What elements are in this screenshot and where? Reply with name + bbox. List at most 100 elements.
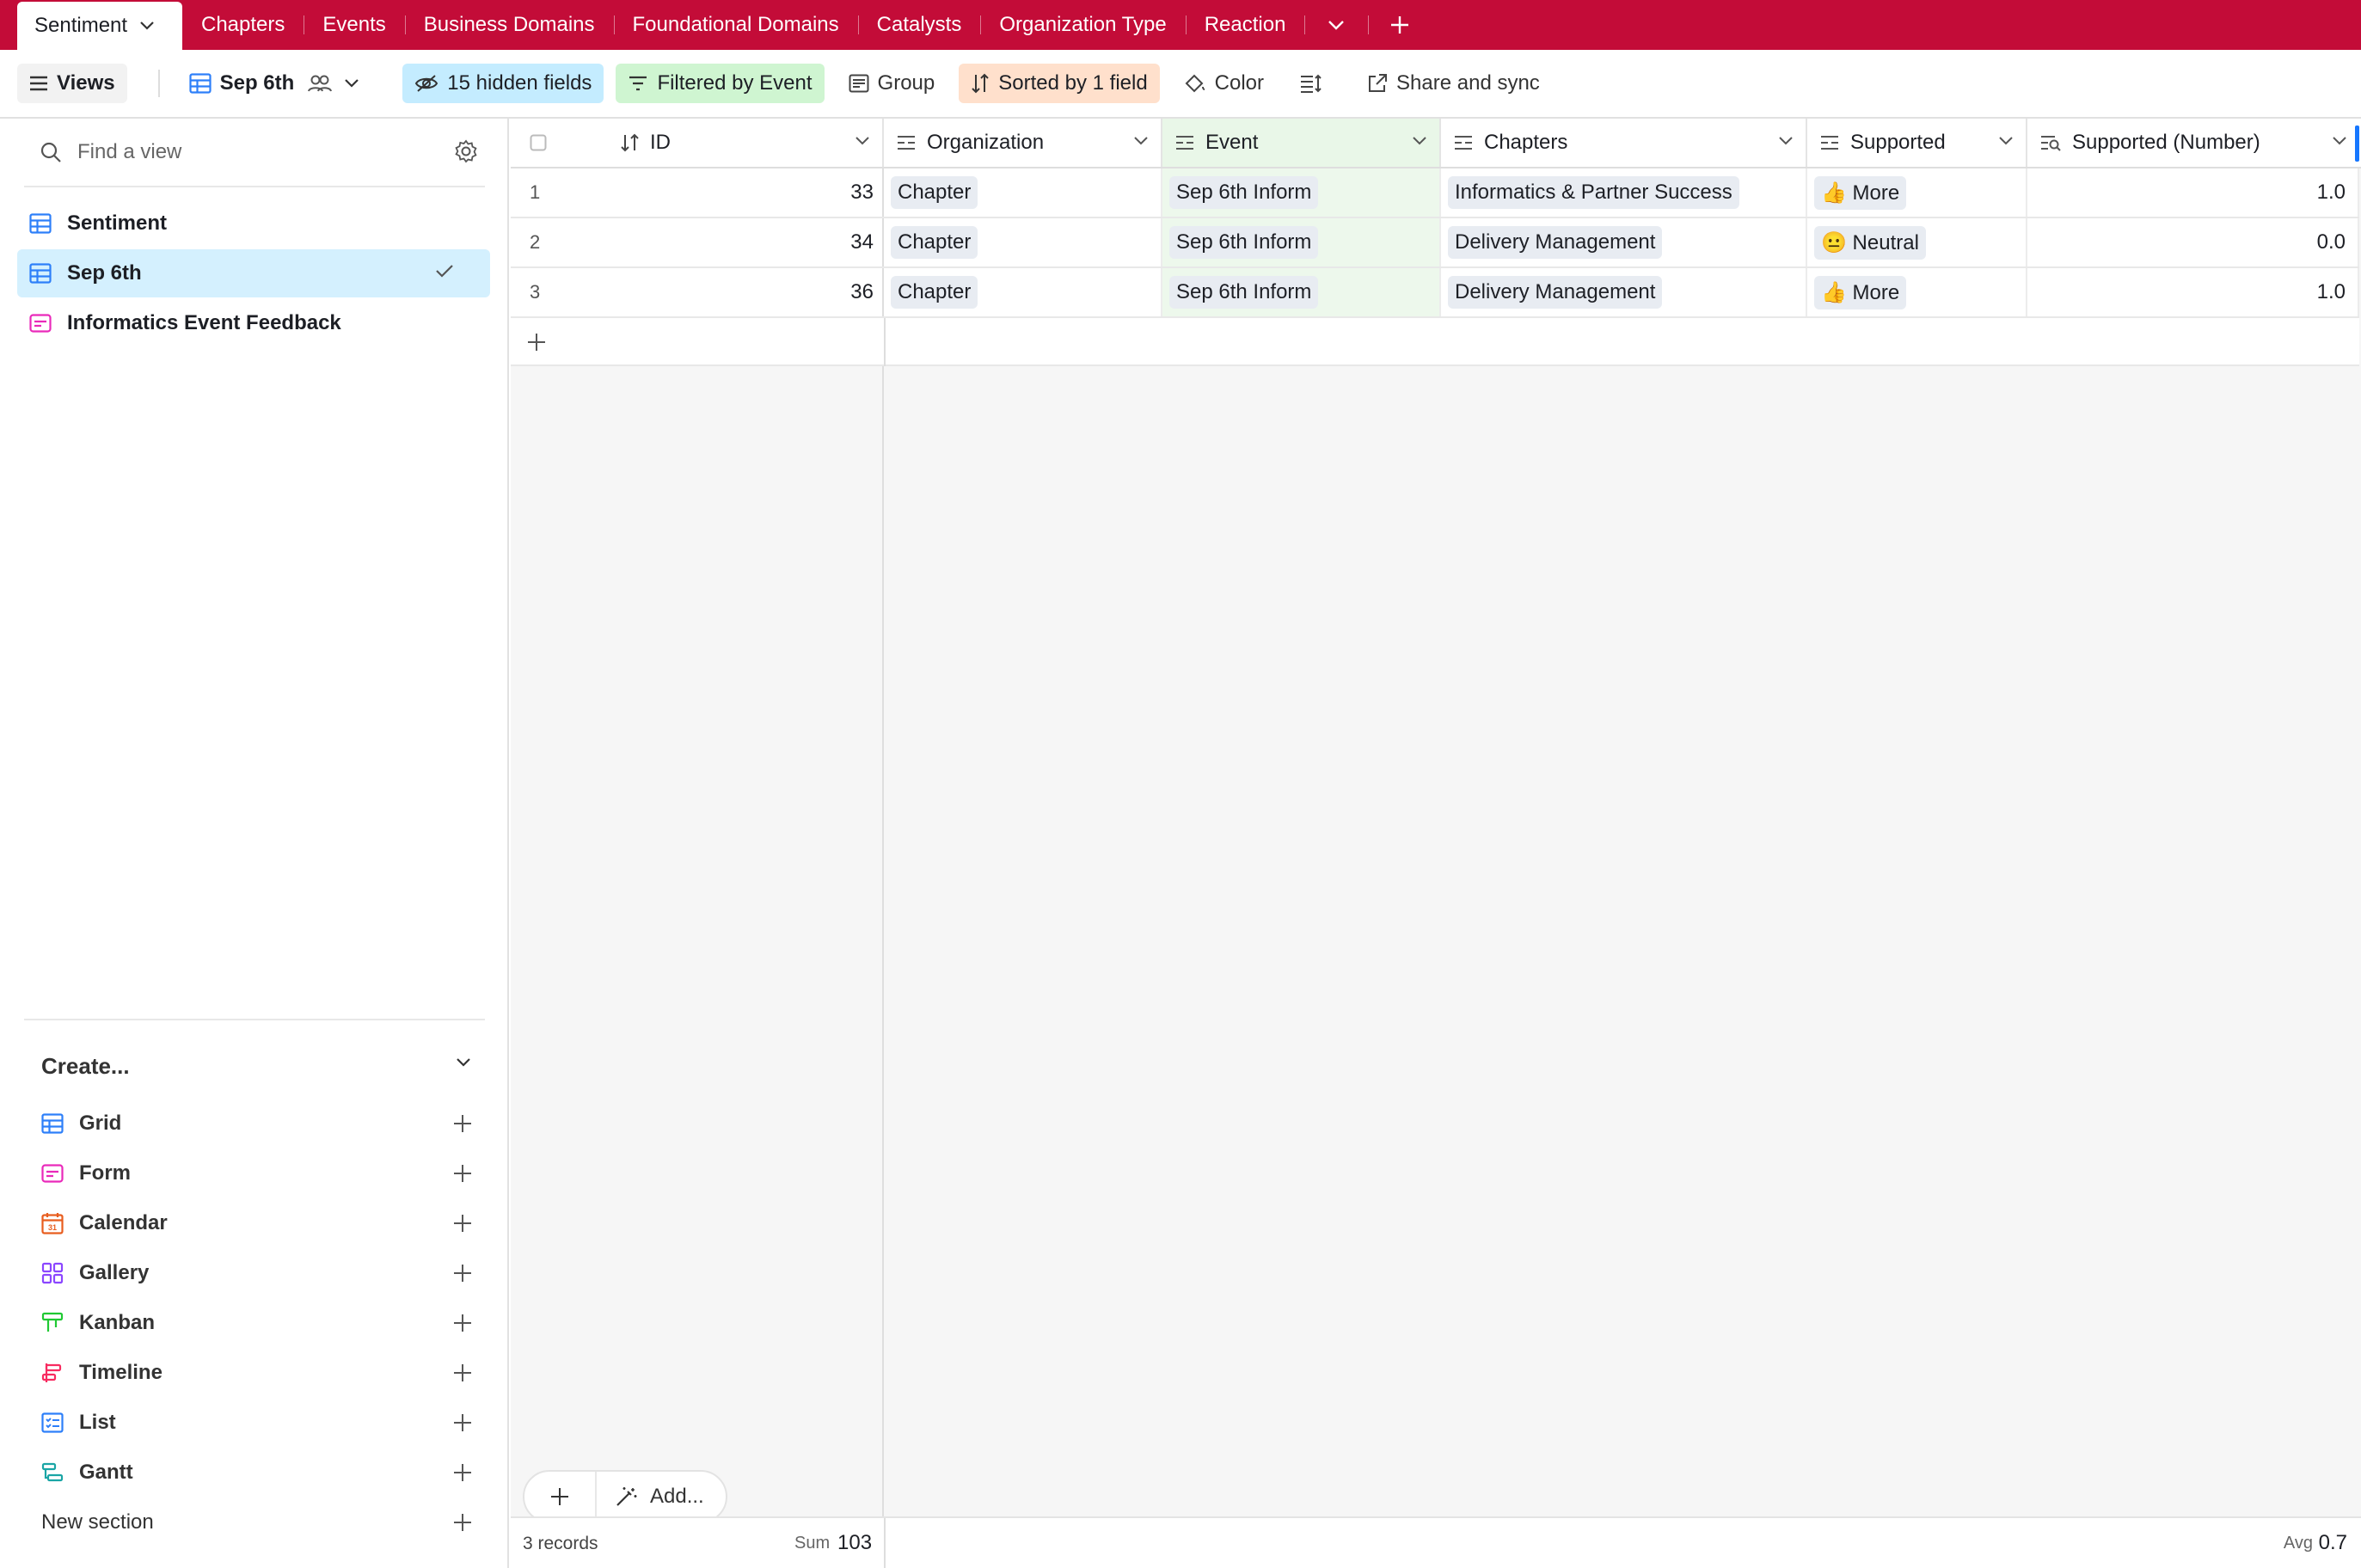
supported-cell[interactable]: 👍 More [1807, 168, 2027, 217]
supported-cell[interactable]: 😐 Neutral [1807, 218, 2027, 266]
tab-chapters[interactable]: Chapters [182, 0, 304, 50]
add-label: Add... [650, 1485, 704, 1508]
supported-number-cell[interactable]: 1.0 [2027, 268, 2359, 316]
create-grid-button[interactable]: Grid [34, 1099, 473, 1148]
gear-icon[interactable] [454, 139, 478, 163]
supported-cell[interactable]: 👍 More [1807, 268, 2027, 316]
sum-value[interactable]: 103 [837, 1531, 872, 1555]
add-record-button[interactable] [524, 1472, 597, 1522]
supported-number-cell[interactable]: 1.0 [2027, 168, 2359, 217]
chevron-down-icon[interactable] [1998, 136, 2014, 146]
tab-events[interactable]: Events [304, 0, 404, 50]
more-tables-button[interactable] [1304, 0, 1368, 50]
svg-text:31: 31 [48, 1223, 57, 1232]
chevron-down-icon[interactable] [1778, 136, 1794, 146]
add-table-button[interactable] [1368, 0, 1432, 50]
create-timeline-button[interactable]: Timeline [34, 1348, 473, 1398]
grid-header: ID Organization Event Chapters Supported… [511, 119, 2361, 168]
event-cell[interactable]: Sep 6th Inform [1162, 218, 1441, 266]
create-calendar-button[interactable]: 31 Calendar [34, 1198, 473, 1248]
organization-pill: Chapter [891, 276, 978, 309]
hidden-fields-button[interactable]: 15 hidden fields [402, 64, 604, 103]
plus-icon [454, 1314, 471, 1332]
sort-icon [972, 73, 989, 94]
tab-business-domains[interactable]: Business Domains [404, 0, 614, 50]
find-view-input[interactable] [76, 139, 440, 165]
tab-organization-type[interactable]: Organization Type [980, 0, 1185, 50]
tab-reaction[interactable]: Reaction [1185, 0, 1305, 50]
column-header-organization[interactable]: Organization [884, 119, 1162, 167]
supported-number-cell[interactable]: 0.0 [2027, 218, 2359, 266]
supported-pill: 😐 Neutral [1814, 225, 1926, 260]
summary-bar: 3 records Sum 103 Avg 0.7 [511, 1516, 2361, 1568]
grid-icon [29, 263, 52, 284]
chapters-cell[interactable]: Delivery Management [1441, 268, 1807, 316]
column-header-supported[interactable]: Supported [1807, 119, 2027, 167]
share-sync-button[interactable]: Share and sync [1355, 64, 1552, 103]
column-header-supported-number[interactable]: Supported (Number) [2027, 119, 2359, 167]
views-toggle-button[interactable]: Views [17, 64, 127, 103]
organization-cell[interactable]: Chapter [884, 168, 1162, 217]
filter-button[interactable]: Filtered by Event [616, 64, 825, 103]
create-item-label: Form [79, 1161, 131, 1185]
view-item-sep-6th[interactable]: Sep 6th [17, 249, 490, 297]
view-item-sentiment[interactable]: Sentiment [17, 199, 490, 248]
select-all-checkbox[interactable] [530, 134, 547, 151]
create-section-toggle[interactable]: Create... [41, 1049, 471, 1083]
group-button[interactable]: Group [837, 64, 947, 103]
id-cell[interactable]: 2 34 [511, 218, 884, 266]
create-gantt-button[interactable]: Gantt [34, 1448, 473, 1498]
chapters-cell[interactable]: Informatics & Partner Success [1441, 168, 1807, 217]
tab-foundational-domains[interactable]: Foundational Domains [613, 0, 858, 50]
table-row[interactable]: 2 34 Chapter Sep 6th Inform Delivery Man… [511, 218, 2359, 268]
id-cell[interactable]: 3 36 [511, 268, 884, 316]
add-with-ai-button[interactable]: Add... [597, 1485, 704, 1509]
id-cell[interactable]: 1 33 [511, 168, 884, 217]
event-cell[interactable]: Sep 6th Inform [1162, 268, 1441, 316]
column-header-chapters[interactable]: Chapters [1441, 119, 1807, 167]
avg-value[interactable]: 0.7 [2319, 1531, 2347, 1555]
search-icon [40, 142, 61, 162]
chevron-down-icon[interactable] [1412, 136, 1427, 146]
event-cell[interactable]: Sep 6th Inform [1162, 168, 1441, 217]
column-resize-handle[interactable] [2355, 126, 2359, 162]
supported-number-value: 1.0 [2316, 280, 2346, 303]
chevron-down-icon[interactable] [1133, 136, 1149, 146]
organization-cell[interactable]: Chapter [884, 268, 1162, 316]
plus-icon [454, 1115, 471, 1132]
event-pill: Sep 6th Inform [1169, 226, 1319, 259]
color-button[interactable]: Color [1172, 64, 1276, 103]
current-view-button[interactable]: Sep 6th [177, 64, 381, 103]
add-record-row[interactable] [511, 318, 2359, 366]
view-search [24, 119, 485, 187]
tab-sentiment[interactable]: Sentiment [17, 2, 182, 50]
hidden-fields-label: 15 hidden fields [447, 71, 592, 95]
chevron-down-icon[interactable] [855, 136, 870, 146]
create-form-button[interactable]: Form [34, 1148, 473, 1198]
table-row[interactable]: 3 36 Chapter Sep 6th Inform Delivery Man… [511, 268, 2359, 318]
new-section-button[interactable]: New section [34, 1498, 473, 1547]
plus-icon [551, 1488, 568, 1505]
column-header-label: Supported (Number) [2072, 131, 2260, 154]
create-divider [24, 1019, 485, 1020]
tab-catalysts[interactable]: Catalysts [857, 0, 981, 50]
plus-icon[interactable] [526, 332, 547, 352]
organization-cell[interactable]: Chapter [884, 218, 1162, 266]
sort-button[interactable]: Sorted by 1 field [959, 64, 1160, 103]
row-height-button[interactable] [1288, 64, 1343, 103]
create-list-button[interactable]: List [34, 1398, 473, 1448]
chapters-cell[interactable]: Delivery Management [1441, 218, 1807, 266]
filter-icon [629, 76, 647, 91]
views-sidebar: Sentiment Sep 6th Informatics Event Feed… [0, 119, 509, 1568]
chevron-down-icon[interactable] [139, 21, 155, 31]
chevron-down-icon[interactable] [2332, 136, 2347, 146]
chapter-pill: Informatics & Partner Success [1448, 176, 1739, 209]
create-kanban-button[interactable]: Kanban [34, 1298, 473, 1348]
column-header-id[interactable]: ID [511, 119, 884, 167]
create-gallery-button[interactable]: Gallery [34, 1248, 473, 1298]
column-header-event[interactable]: Event [1162, 119, 1441, 167]
table-row[interactable]: 1 33 Chapter Sep 6th Inform Informatics … [511, 168, 2359, 218]
timeline-icon [41, 1363, 62, 1382]
view-item-informatics-event-feedback[interactable]: Informatics Event Feedback [17, 299, 490, 347]
toolbar-divider [157, 70, 160, 97]
